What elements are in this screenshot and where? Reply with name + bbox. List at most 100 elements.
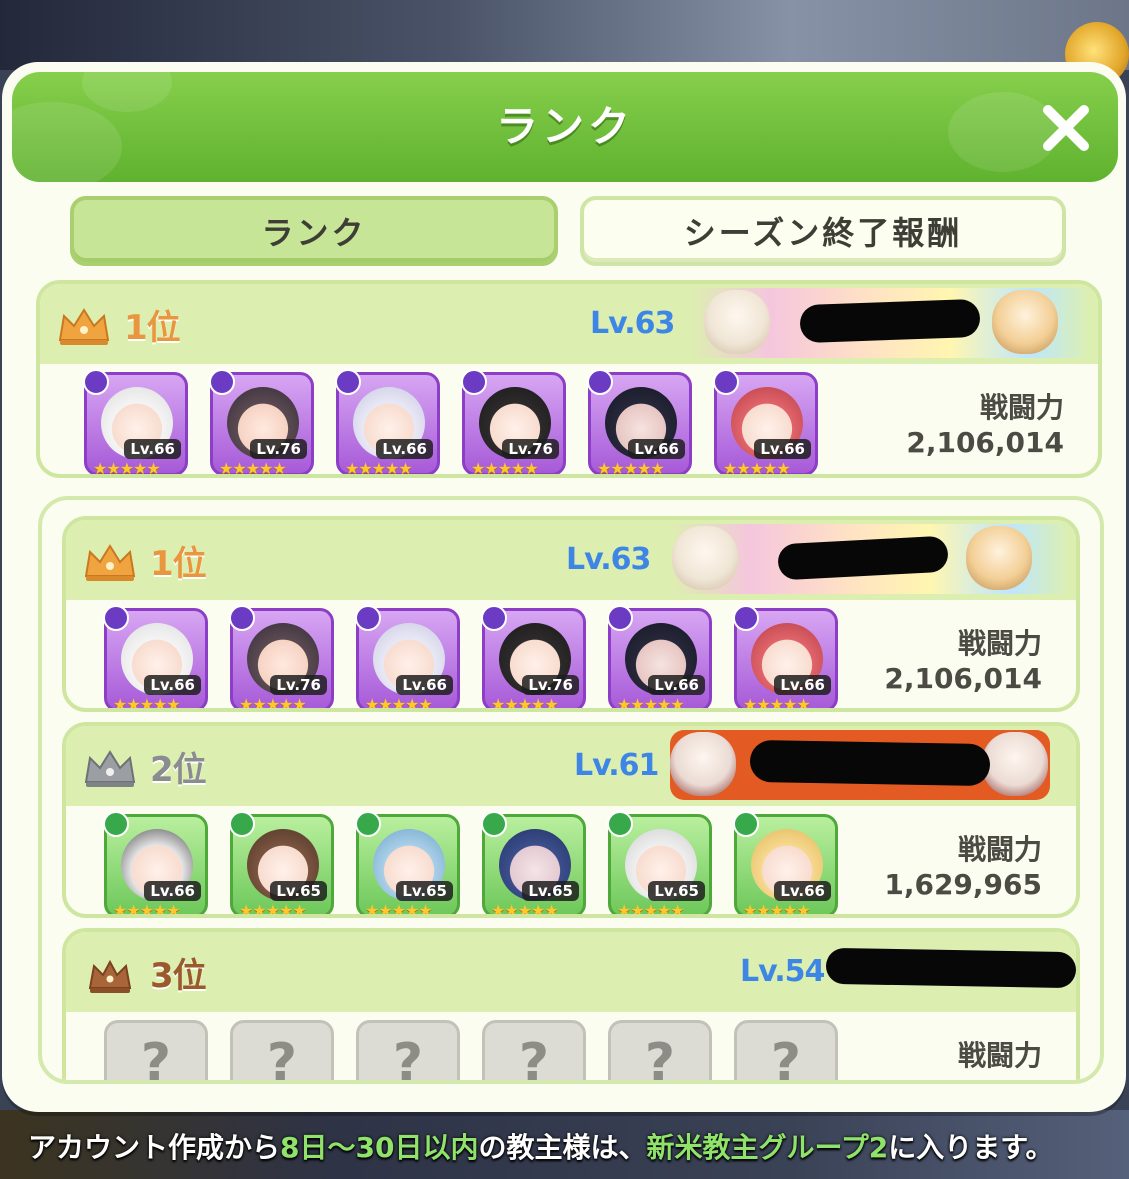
unit-level: Lv.66 — [144, 675, 201, 695]
rank-position: 1位 — [150, 544, 207, 584]
question-mark-icon: ? — [770, 1033, 802, 1084]
unit-stars: ★★★★★ — [345, 459, 413, 478]
player-avatar — [704, 290, 770, 354]
element-icon — [733, 605, 759, 631]
player-level: Lv.61 — [574, 748, 659, 783]
ranking-entry[interactable]: 3位 Lv.54 ? ? ? ? ? ? 戦闘力 — [62, 928, 1080, 1084]
unit-card[interactable]: Lv.66 ★★★★★ — [335, 369, 440, 478]
unit-stars: ★★★★★ — [723, 459, 791, 478]
unit-stars: ★★★★★ — [239, 695, 307, 712]
unit-card[interactable]: Lv.66 ★★★★★ — [733, 605, 838, 712]
rank-position: 3位 — [150, 956, 207, 996]
element-icon — [733, 811, 759, 837]
unit-card[interactable]: Lv.66 ★★★★★ — [607, 605, 712, 712]
unit-level: Lv.66 — [648, 675, 705, 695]
element-icon — [461, 369, 487, 395]
unit-stars: ★★★★★ — [617, 901, 685, 918]
question-mark-icon: ? — [140, 1033, 172, 1084]
unit-card[interactable]: Lv.66 ★★★★★ — [733, 811, 838, 918]
my-rank-card: 1位 Lv.63 Lv.66 ★★★★★ Lv.76 ★★★★★ Lv.66 ★… — [36, 280, 1102, 478]
unit-card[interactable]: Lv.65 ★★★★★ — [229, 811, 334, 914]
player-level: Lv.63 — [590, 306, 675, 341]
tab-season-end-reward[interactable]: シーズン終了報酬 — [580, 196, 1066, 266]
notice-text: の教主様は、 — [478, 1131, 647, 1164]
ranking-list[interactable]: 1位 Lv.63 Lv.66 ★★★★★ Lv.76 ★★★★★ Lv.66 ★… — [38, 496, 1104, 1084]
unit-card[interactable]: Lv.66 ★★★★★ — [103, 811, 208, 918]
redacted-player-name — [825, 947, 1076, 989]
unit-card[interactable]: Lv.76 ★★★★★ — [481, 605, 586, 708]
element-icon — [607, 811, 633, 837]
unit-card[interactable]: Lv.66 ★★★★★ — [713, 369, 818, 478]
unit-level: Lv.65 — [270, 881, 327, 901]
unit-card-hidden: ? — [230, 1020, 334, 1080]
redacted-player-name — [799, 298, 981, 344]
unit-level: Lv.76 — [502, 439, 559, 459]
combat-power-value: 1,629,965 — [884, 868, 1042, 901]
unit-stars: ★★★★★ — [491, 901, 559, 918]
combat-power-label: 戦闘力 — [957, 833, 1042, 866]
unit-level: Lv.76 — [522, 675, 579, 695]
notice-text: に入ります。 — [888, 1131, 1054, 1164]
unit-level: Lv.66 — [628, 439, 685, 459]
unit-card[interactable]: Lv.65 ★★★★★ — [355, 811, 460, 914]
unit-card[interactable]: Lv.66 ★★★★★ — [83, 369, 188, 478]
player-level: Lv.63 — [566, 542, 651, 577]
unit-level: Lv.66 — [754, 439, 811, 459]
unit-card-hidden: ? — [608, 1020, 712, 1084]
element-icon — [83, 369, 109, 395]
element-icon — [229, 811, 255, 837]
unit-card[interactable]: Lv.66 ★★★★★ — [103, 605, 208, 708]
unit-card-hidden: ? — [104, 1020, 208, 1084]
question-mark-icon: ? — [644, 1033, 676, 1084]
unit-card[interactable]: Lv.76 ★★★★★ — [229, 605, 334, 712]
element-icon — [587, 369, 613, 395]
ranking-entry[interactable]: 2位 Lv.61 Lv.66 ★★★★★ Lv.65 ★★★★★ Lv.65 ★… — [62, 722, 1080, 918]
unit-stars: ★★★★★ — [743, 901, 811, 918]
unit-stars: ★★★★★ — [93, 459, 161, 478]
player-partner-avatar — [982, 732, 1048, 796]
unit-level: Lv.66 — [774, 881, 831, 901]
unit-level: Lv.76 — [250, 439, 307, 459]
unit-card[interactable]: Lv.66 ★★★★★ — [355, 605, 460, 708]
combat-power-value: 2,106,014 — [884, 662, 1042, 695]
question-mark-icon: ? — [518, 1033, 550, 1084]
element-icon — [481, 811, 507, 837]
redacted-player-name — [749, 739, 991, 787]
unit-stars: ★★★★★ — [113, 901, 181, 918]
unit-level: Lv.65 — [648, 881, 705, 901]
combat-power-label: 戦闘力 — [979, 391, 1064, 424]
unit-card[interactable]: Lv.65 ★★★★★ — [481, 811, 586, 918]
unit-card-hidden: ? — [482, 1020, 586, 1084]
element-icon — [355, 811, 381, 837]
element-icon — [103, 811, 129, 837]
background-scene-top — [0, 0, 1129, 70]
element-icon — [103, 605, 129, 631]
notice-highlight-days: 8日〜30日以内 — [280, 1131, 479, 1164]
unit-card[interactable]: Lv.65 ★★★★★ — [607, 811, 712, 918]
gold-crown-icon — [84, 544, 136, 581]
notice-highlight-group: 新米教主グループ2 — [646, 1131, 889, 1164]
tab-rank[interactable]: ランク — [70, 196, 558, 266]
element-icon — [229, 605, 255, 631]
rank-modal: ランク ランク シーズン終了報酬 1位 Lv.63 Lv.66 ★★★★★ Lv… — [2, 62, 1126, 1112]
unit-level: Lv.76 — [270, 675, 327, 695]
unit-stars: ★★★★★ — [471, 459, 539, 478]
unit-level: Lv.66 — [124, 439, 181, 459]
close-button[interactable] — [1038, 100, 1094, 156]
combat-power-value: 2,106,014 — [906, 426, 1064, 459]
player-partner-avatar — [992, 290, 1058, 354]
unit-stars: ★★★★★ — [743, 695, 811, 712]
unit-card[interactable]: Lv.76 ★★★★★ — [209, 369, 314, 474]
rank-position: 2位 — [150, 750, 207, 790]
element-icon — [713, 369, 739, 395]
unit-card-hidden: ? — [734, 1020, 838, 1084]
combat-power-label: 戦闘力 — [957, 627, 1042, 660]
unit-card[interactable]: Lv.76 ★★★★★ — [461, 369, 566, 478]
unit-card[interactable]: Lv.66 ★★★★★ — [587, 369, 692, 474]
element-icon — [209, 369, 235, 395]
unit-level: Lv.66 — [376, 439, 433, 459]
unit-level: Lv.65 — [396, 881, 453, 901]
close-icon — [1043, 105, 1089, 151]
unit-stars: ★★★★★ — [617, 695, 685, 712]
ranking-entry[interactable]: 1位 Lv.63 Lv.66 ★★★★★ Lv.76 ★★★★★ Lv.66 ★… — [62, 516, 1080, 712]
